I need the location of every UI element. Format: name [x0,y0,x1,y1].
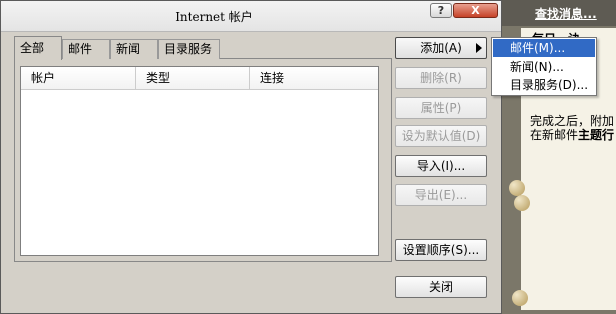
column-header-type[interactable]: 类型 [136,67,250,90]
column-header-account[interactable]: 帐户 [21,67,136,90]
decorative-bead-icon [514,195,530,211]
remove-button[interactable]: 删除(R) [395,67,487,89]
menu-item-mail[interactable]: 邮件(M)... [493,39,595,57]
tab-directory-services[interactable]: 目录服务 [158,39,220,59]
set-default-button[interactable]: 设为默认值(D) [395,125,487,147]
tip-text-line2: 在新邮件 [530,128,579,142]
tab-all[interactable]: 全部 [14,36,62,60]
tip-text-line1: 完成之后，附加 [530,114,615,128]
accounts-list[interactable]: 帐户 类型 连接 [20,66,379,256]
tab-news[interactable]: 新闻 [110,39,158,59]
close-button[interactable]: 关闭 [395,276,487,298]
decorative-bead-icon [509,180,525,196]
dialog-title: Internet 帐户 [175,10,253,24]
properties-button[interactable]: 属性(P) [395,97,487,119]
menu-item-news[interactable]: 新闻(N)... [493,58,595,76]
close-icon[interactable]: X [453,3,498,18]
tab-mail[interactable]: 邮件 [62,39,110,59]
find-message-link[interactable]: 查找消息... [535,5,597,22]
add-button-label: 添加(A) [420,41,462,55]
help-icon[interactable]: ? [430,3,452,18]
title-bar: Internet 帐户 ? X [1,1,501,32]
menu-item-directory-services[interactable]: 目录服务(D)... [493,76,595,94]
submenu-arrow-icon [476,43,482,53]
add-menu: 邮件(M)... 新闻(N)... 目录服务(D)... [491,37,597,96]
tip-text: 完成之后，附加 在新邮件主题行 [530,114,614,142]
import-button[interactable]: 导入(I)... [395,155,487,177]
add-button[interactable]: 添加(A) [395,37,487,59]
column-header-connection[interactable]: 连接 [250,67,378,90]
decorative-bead-icon [512,290,528,306]
tip-text-bold: 主题行 [578,128,615,142]
export-button[interactable]: 导出(E)... [395,184,487,206]
set-order-button[interactable]: 设置顺序(S)... [395,239,487,261]
